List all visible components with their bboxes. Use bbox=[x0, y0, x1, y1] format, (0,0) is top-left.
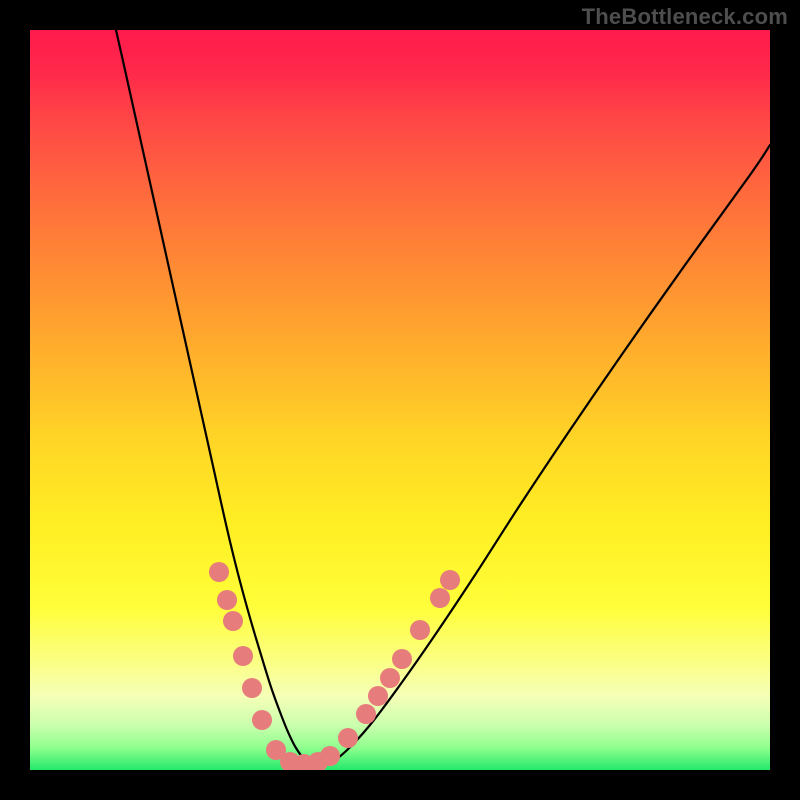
curve-dot bbox=[392, 649, 412, 669]
curve-dot bbox=[252, 710, 272, 730]
curve-dot bbox=[410, 620, 430, 640]
curve-dot bbox=[233, 646, 253, 666]
curve-dot bbox=[209, 562, 229, 582]
curve-dot bbox=[368, 686, 388, 706]
curve-dot bbox=[217, 590, 237, 610]
curve-dot bbox=[380, 668, 400, 688]
plot-area bbox=[30, 30, 770, 770]
watermark-text: TheBottleneck.com bbox=[582, 4, 788, 30]
curve-dot bbox=[440, 570, 460, 590]
curve-dot bbox=[338, 728, 358, 748]
curve-dot bbox=[223, 611, 243, 631]
curve-dot bbox=[320, 746, 340, 766]
bottleneck-curve bbox=[116, 30, 770, 766]
curve-dot bbox=[242, 678, 262, 698]
chart-overlay-svg bbox=[30, 30, 770, 770]
chart-stage: TheBottleneck.com bbox=[0, 0, 800, 800]
curve-dots-group bbox=[209, 562, 460, 770]
curve-dot bbox=[430, 588, 450, 608]
curve-dot bbox=[356, 704, 376, 724]
